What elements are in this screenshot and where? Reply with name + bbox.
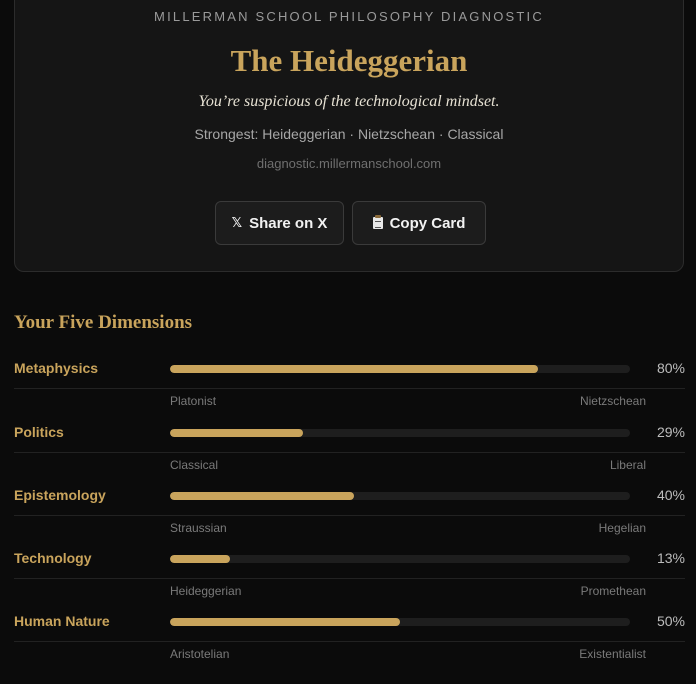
dimension-percent: 80% [656,360,685,376]
progress-track [170,365,630,373]
strongest-schools: Strongest: Heideggerian · Nietzschean · … [194,126,504,142]
right-pole-label: Nietzschean [579,394,646,408]
dimension-human-nature: Human Nature 50% Aristotelian Existentia… [14,607,685,670]
dimension-percent: 13% [656,550,685,566]
dimension-name: Metaphysics [14,360,99,376]
result-card: MILLERMAN SCHOOL PHILOSOPHY DIAGNOSTIC T… [14,0,684,272]
dimension-name: Epistemology [14,487,106,503]
dimension-row: Technology 13% [14,544,685,579]
progress-track [170,618,630,626]
right-pole-label: Promethean [580,584,646,598]
progress-fill [170,555,230,563]
dimension-percent: 29% [656,424,685,440]
dimension-row: Politics 29% [14,418,685,453]
progress-fill [170,618,400,626]
dimension-metaphysics: Metaphysics 80% Platonist Nietzschean [14,354,685,417]
dimension-row: Human Nature 50% [14,607,685,642]
dimension-row: Epistemology 40% [14,481,685,516]
progress-fill [170,429,304,437]
progress-fill [170,492,354,500]
share-on-x-button[interactable]: 𝕏 Share on X [215,201,344,245]
copy-label: Copy Card [389,214,466,232]
dimension-percent: 50% [656,613,685,629]
dimension-name: Human Nature [14,613,110,629]
right-pole-label: Existentialist [579,647,646,661]
dimension-politics: Politics 29% Classical Liberal [14,418,685,481]
share-label: Share on X [249,214,328,232]
clipboard-icon [372,215,383,229]
dimension-row: Metaphysics 80% [14,354,685,389]
dimension-name: Technology [14,550,92,566]
progress-track [170,429,630,437]
progress-track [170,555,630,563]
right-pole-label: Hegelian [598,521,646,535]
progress-track [170,492,630,500]
dimension-technology: Technology 13% Heideggerian Promethean [14,544,685,607]
dimension-epistemology: Epistemology 40% Straussian Hegelian [14,481,685,544]
diagnostic-eyebrow: MILLERMAN SCHOOL PHILOSOPHY DIAGNOSTIC [154,9,544,24]
dimension-name: Politics [14,424,64,440]
site-url: diagnostic.millermanschool.com [256,156,442,171]
right-pole-label: Liberal [609,458,646,472]
progress-fill [170,365,538,373]
dimensions-heading: Your Five Dimensions [14,312,193,333]
x-logo-icon: 𝕏 [231,215,243,231]
result-tagline: You’re suspicious of the technological m… [198,93,500,110]
result-title: The Heideggerian [230,43,468,78]
copy-card-button[interactable]: Copy Card [352,201,486,245]
dimension-percent: 40% [656,487,685,503]
